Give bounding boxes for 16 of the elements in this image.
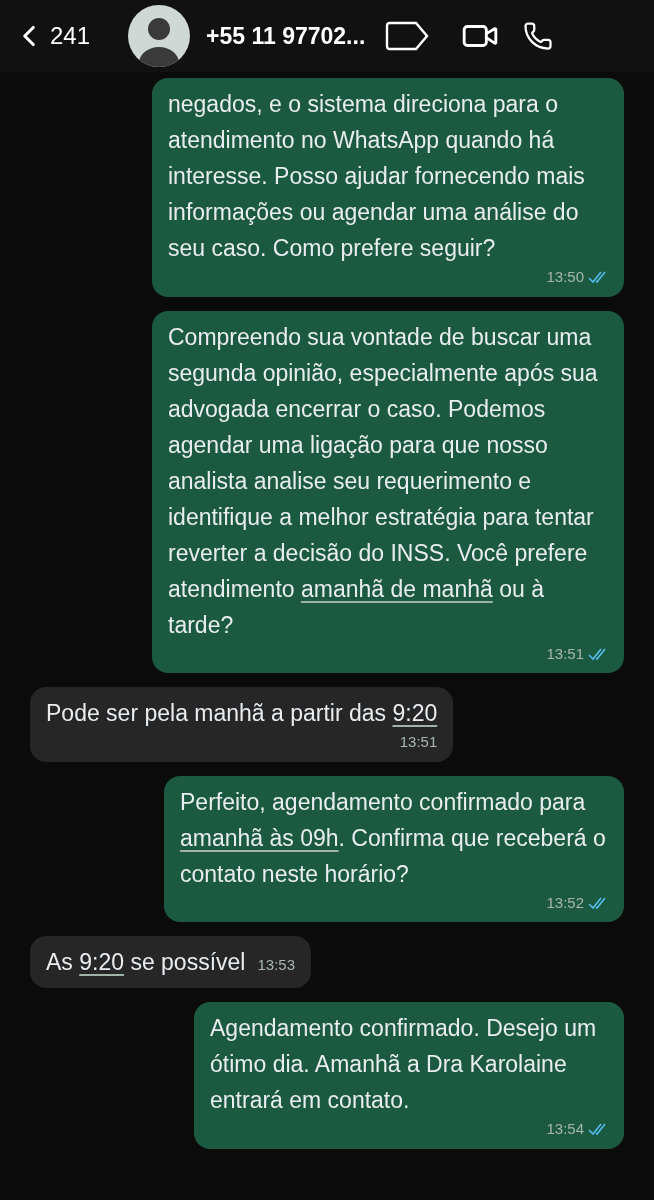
contact-name[interactable]: +55 11 97702... — [206, 18, 366, 54]
message-time: 13:54 — [546, 1119, 584, 1139]
message-text: Agendamento confirmado. Desejo um ótimo dia. Amanhã a Dra Karolaine entrará em contato. — [210, 1014, 598, 1115]
message-time: 13:52 — [546, 892, 584, 913]
message-text: Perfeito, agendamento confirmado para amanhã às 09h. Confirma que receberá o contato neste horário? — [180, 787, 607, 889]
phone-icon[interactable] — [523, 21, 554, 51]
message-text: negados, e o sistema direciona para o atendimento no WhatsApp quando há interesse. Posso ajudar fornecendo mais informações ou agendar uma análise do seu caso. Como prefere seguir? — [168, 90, 586, 263]
message-time: 13:51 — [399, 732, 438, 752]
message-text: Pode ser pela manhã a partir das 9:20 — [46, 699, 438, 728]
message-text: Compreendo sua vontade de buscar uma segunda opinião, especialmente após sua advogada encerrar o caso. Podemos agendar uma ligação para que nosso analista analise seu requerimento e identifique a melhor estratégia para tentar reverter a decisão do INSS. Você prefere atendimento amanhã de manhã ou à tarde? — [168, 322, 599, 640]
message-time: 13:50 — [546, 267, 584, 287]
message-time: 13:51 — [546, 643, 584, 664]
back-button[interactable]: 241 — [12, 18, 91, 54]
message-time: 13:53 — [257, 954, 295, 975]
message-text: As 9:20 se possível — [46, 948, 246, 977]
tag-icon[interactable] — [385, 21, 430, 51]
